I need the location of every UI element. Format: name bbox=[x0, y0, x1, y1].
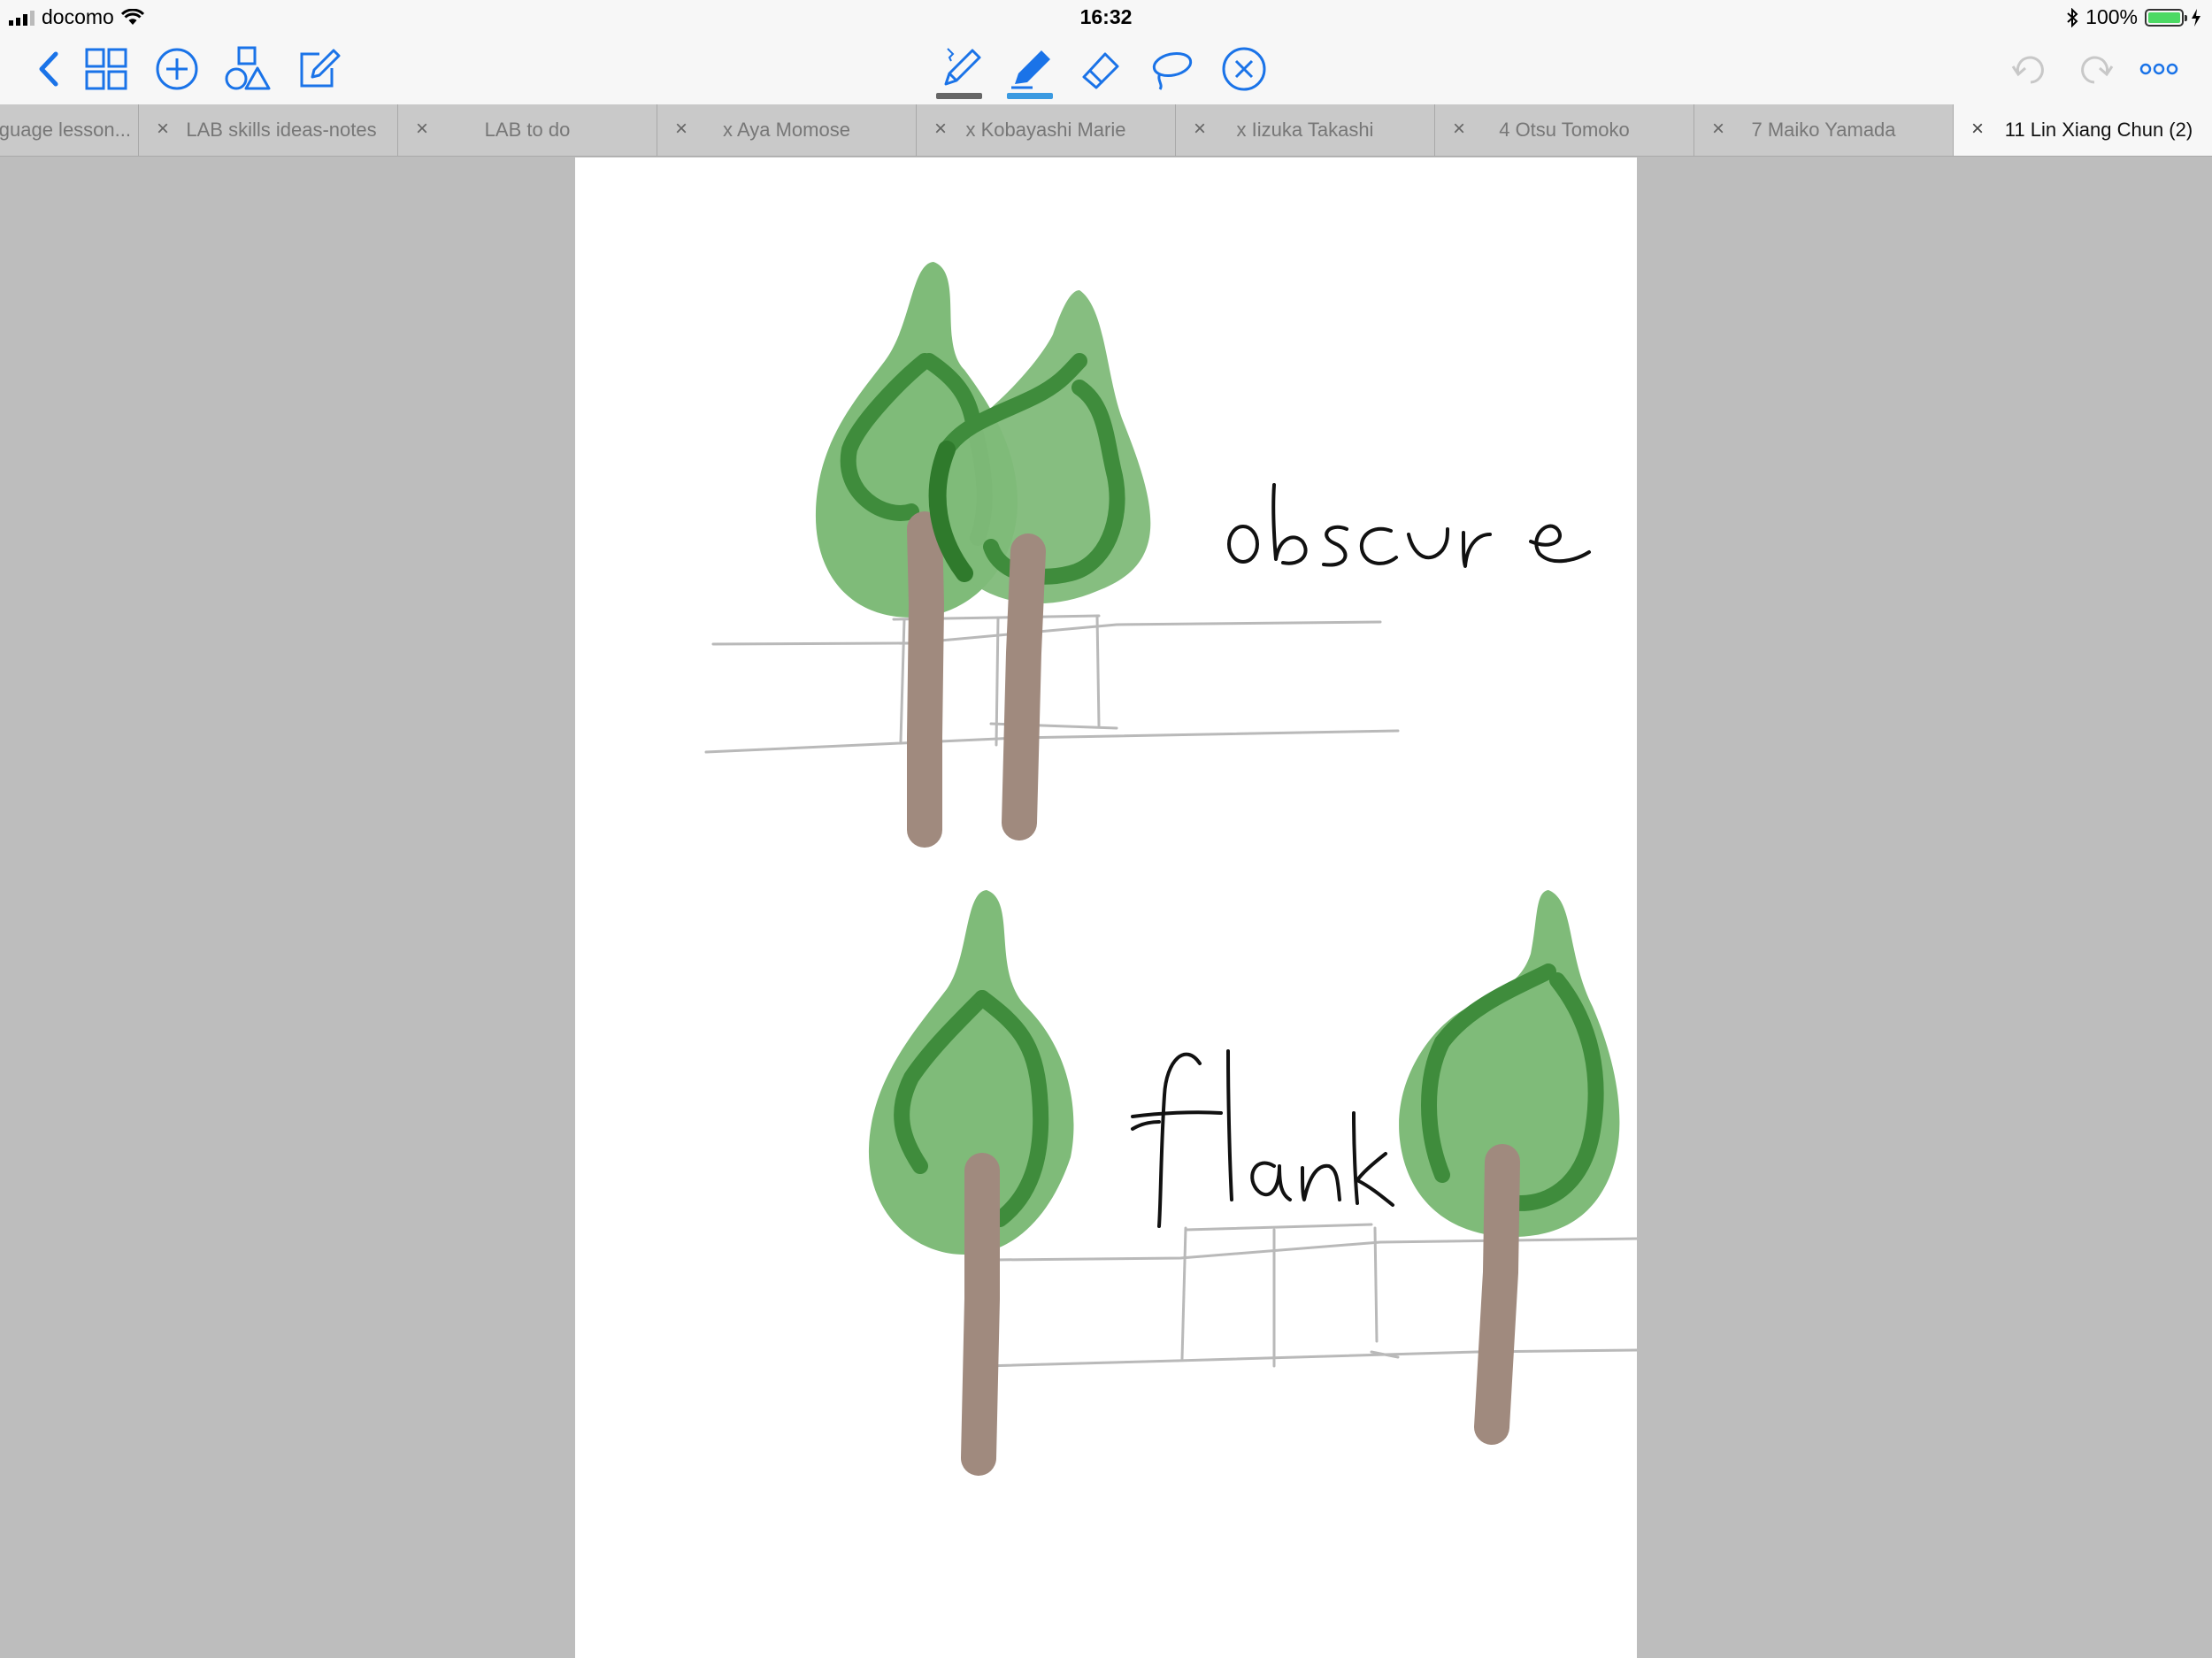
edit-button[interactable] bbox=[292, 42, 345, 96]
add-button[interactable] bbox=[150, 42, 204, 96]
tab-label: LAB skills ideas-notes bbox=[186, 119, 377, 141]
tab-4[interactable]: × x Kobayashi Marie bbox=[917, 104, 1176, 156]
tab-label: LAB to do bbox=[484, 119, 571, 141]
bluetooth-icon bbox=[2067, 7, 2078, 27]
tab-bar: guage lesson... × LAB skills ideas-notes… bbox=[0, 104, 2212, 157]
pen-tool[interactable] bbox=[933, 42, 986, 99]
handwritten-flank bbox=[1131, 1049, 1394, 1228]
tab-label: x Kobayashi Marie bbox=[965, 119, 1126, 141]
thumbnails-button[interactable] bbox=[80, 42, 133, 96]
battery-icon bbox=[2145, 8, 2187, 27]
tab-1[interactable]: × LAB skills ideas-notes bbox=[139, 104, 398, 156]
tab-6[interactable]: × 4 Otsu Tomoko bbox=[1435, 104, 1694, 156]
undo-button[interactable] bbox=[2001, 42, 2055, 96]
tab-7[interactable]: × 7 Maiko Yamada bbox=[1694, 104, 1954, 156]
shapes-button[interactable] bbox=[221, 42, 274, 96]
tab-label: 4 Otsu Tomoko bbox=[1499, 119, 1630, 141]
fence-bottom bbox=[982, 1223, 1637, 1368]
tab-close-icon[interactable]: × bbox=[1971, 117, 1984, 142]
highlighter-selected-indicator bbox=[1007, 93, 1053, 99]
drawing-canvas[interactable] bbox=[575, 157, 1637, 1658]
tab-8-active[interactable]: × 11 Lin Xiang Chun (2) bbox=[1954, 104, 2212, 156]
highlighter-tool[interactable] bbox=[1003, 42, 1056, 99]
pen-icon bbox=[944, 48, 981, 86]
tab-label: 7 Maiko Yamada bbox=[1751, 119, 1896, 141]
chevron-left-icon bbox=[39, 51, 58, 87]
clock: 16:32 bbox=[1079, 5, 1133, 28]
tree-obscuring-right bbox=[928, 290, 1151, 841]
tab-label: x Aya Momose bbox=[723, 119, 850, 141]
back-button[interactable] bbox=[23, 42, 76, 96]
undo-icon bbox=[2011, 56, 2044, 84]
shapes-icon bbox=[225, 46, 271, 90]
tab-3[interactable]: × x Aya Momose bbox=[657, 104, 917, 156]
tree-flank-right bbox=[1399, 890, 1620, 1445]
fence-top bbox=[704, 614, 1400, 754]
more-button[interactable] bbox=[2132, 42, 2185, 96]
note-page[interactable] bbox=[575, 157, 1637, 1658]
circle-x-icon bbox=[1222, 47, 1266, 91]
more-icon bbox=[2139, 63, 2178, 75]
tab-2[interactable]: × LAB to do bbox=[398, 104, 657, 156]
redo-icon bbox=[2081, 56, 2114, 84]
tab-label: 11 Lin Xiang Chun (2) bbox=[2004, 119, 2193, 141]
plus-circle-icon bbox=[156, 48, 198, 90]
tab-0[interactable]: guage lesson... bbox=[0, 104, 139, 156]
battery-percent: 100% bbox=[2085, 5, 2138, 28]
toolbar bbox=[0, 35, 2212, 105]
status-right: 100% bbox=[2066, 5, 2201, 29]
lasso-icon bbox=[1152, 51, 1193, 90]
highlighter-icon bbox=[1011, 50, 1050, 89]
grid-icon bbox=[85, 48, 127, 90]
redo-button[interactable] bbox=[2070, 42, 2124, 96]
pen-selected-indicator bbox=[936, 93, 982, 99]
close-tool-button[interactable] bbox=[1217, 42, 1271, 96]
handwritten-obscure bbox=[1227, 483, 1591, 568]
lasso-tool[interactable] bbox=[1145, 42, 1198, 96]
eraser-icon bbox=[1082, 52, 1119, 89]
tree-flank-left bbox=[868, 890, 1074, 1476]
tab-label: guage lesson... bbox=[0, 119, 131, 141]
eraser-tool[interactable] bbox=[1074, 42, 1127, 96]
tab-5[interactable]: × x Iizuka Takashi bbox=[1176, 104, 1435, 156]
tab-label: x Iizuka Takashi bbox=[1236, 119, 1374, 141]
status-bar: docomo 16:32 100% bbox=[0, 0, 2212, 35]
compose-icon bbox=[300, 49, 341, 88]
charging-icon bbox=[2192, 8, 2200, 27]
